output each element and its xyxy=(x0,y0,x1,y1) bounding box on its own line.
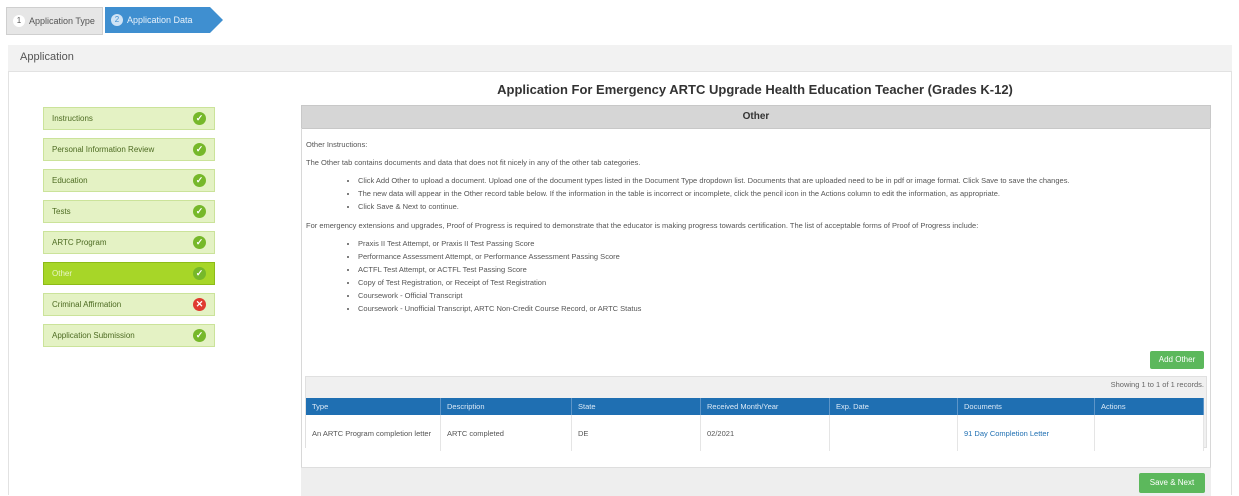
sidebar-item-application-submission[interactable]: Application Submission ✓ xyxy=(43,324,215,347)
check-icon: ✓ xyxy=(193,174,206,187)
cell-exp-date xyxy=(829,415,958,451)
other-records-table: Type Description State Received Month/Ye… xyxy=(306,398,1204,451)
progress-item: ACTFL Test Attempt, or ACTFL Test Passin… xyxy=(358,263,1206,276)
error-icon: ✕ xyxy=(193,298,206,311)
instruction-item: Click Save & Next to continue. xyxy=(358,200,1206,213)
step-number: 2 xyxy=(111,14,123,26)
cell-type: An ARTC Program completion letter xyxy=(306,415,441,451)
sidebar-item-label: Instructions xyxy=(52,114,93,123)
check-icon: ✓ xyxy=(193,267,206,280)
cell-actions xyxy=(1094,415,1204,451)
column-header-exp-date[interactable]: Exp. Date xyxy=(829,398,958,415)
step-label: Application Type xyxy=(29,16,95,26)
instructions-list: Click Add Other to upload a document. Up… xyxy=(306,174,1206,213)
instructions-intro: The Other tab contains documents and dat… xyxy=(306,158,641,167)
document-link[interactable]: 91 Day Completion Letter xyxy=(964,429,1049,438)
records-info: Showing 1 to 1 of 1 records. xyxy=(1110,380,1204,389)
table-header-row: Type Description State Received Month/Ye… xyxy=(306,398,1204,415)
sidebar-item-label: Criminal Affirmation xyxy=(52,300,122,309)
instruction-item: The new data will appear in the Other re… xyxy=(358,187,1206,200)
progress-item: Copy of Test Registration, or Receipt of… xyxy=(358,276,1206,289)
check-icon: ✓ xyxy=(193,143,206,156)
page-title: Application For Emergency ARTC Upgrade H… xyxy=(497,82,1013,97)
cell-description: ARTC completed xyxy=(440,415,572,451)
wizard-step-application-type[interactable]: 1 Application Type xyxy=(6,7,103,35)
panel-footer xyxy=(301,467,1211,496)
instruction-item: Click Add Other to upload a document. Up… xyxy=(358,174,1206,187)
proof-of-progress-list: Praxis II Test Attempt, or Praxis II Tes… xyxy=(306,237,1206,315)
wizard-steps: 1 Application Type 2 Application Data xyxy=(0,0,1239,38)
sidebar-item-instructions[interactable]: Instructions ✓ xyxy=(43,107,215,130)
frame-border-left xyxy=(8,71,9,495)
cell-state: DE xyxy=(571,415,701,451)
sidebar-item-label: Education xyxy=(52,176,88,185)
sidebar-item-label: Other xyxy=(52,269,73,278)
wizard-step-application-data[interactable]: 2 Application Data xyxy=(105,7,223,33)
step-label: Application Data xyxy=(127,15,193,25)
sidebar-item-criminal-affirmation[interactable]: Criminal Affirmation ✕ xyxy=(43,293,215,316)
progress-item: Performance Assessment Attempt, or Perfo… xyxy=(358,250,1206,263)
instructions-content: Other Instructions: The Other tab contai… xyxy=(306,138,1206,321)
add-other-button[interactable]: Add Other xyxy=(1150,351,1204,369)
panel-header: Other xyxy=(301,105,1211,129)
step-number: 1 xyxy=(13,15,25,27)
sidebar-item-personal-information-review[interactable]: Personal Information Review ✓ xyxy=(43,138,215,161)
progress-item: Coursework - Official Transcript xyxy=(358,289,1206,302)
column-header-documents[interactable]: Documents xyxy=(957,398,1095,415)
cell-received: 02/2021 xyxy=(700,415,830,451)
sidebar-nav: Instructions ✓ Personal Information Revi… xyxy=(43,107,215,355)
column-header-description[interactable]: Description xyxy=(440,398,572,415)
column-header-received[interactable]: Received Month/Year xyxy=(700,398,830,415)
sidebar-item-label: ARTC Program xyxy=(52,238,107,247)
progress-item: Coursework - Unofficial Transcript, ARTC… xyxy=(358,302,1206,315)
table-row: An ARTC Program completion letter ARTC c… xyxy=(306,415,1204,451)
check-icon: ✓ xyxy=(193,112,206,125)
sidebar-item-other[interactable]: Other ✓ xyxy=(43,262,215,285)
sidebar-item-label: Personal Information Review xyxy=(52,145,155,154)
sidebar-item-education[interactable]: Education ✓ xyxy=(43,169,215,192)
check-icon: ✓ xyxy=(193,236,206,249)
sidebar-item-tests[interactable]: Tests ✓ xyxy=(43,200,215,223)
column-header-state[interactable]: State xyxy=(571,398,701,415)
sidebar-item-label: Application Submission xyxy=(52,331,135,340)
proof-of-progress-text: For emergency extensions and upgrades, P… xyxy=(306,221,979,230)
application-bar-title: Application xyxy=(20,51,74,63)
save-next-button[interactable]: Save & Next xyxy=(1139,473,1205,493)
cell-documents: 91 Day Completion Letter xyxy=(957,415,1095,451)
check-icon: ✓ xyxy=(193,329,206,342)
column-header-actions: Actions xyxy=(1094,398,1204,415)
sidebar-item-artc-program[interactable]: ARTC Program ✓ xyxy=(43,231,215,254)
frame-border-right xyxy=(1231,71,1232,495)
application-bar: Application xyxy=(8,45,1232,72)
progress-item: Praxis II Test Attempt, or Praxis II Tes… xyxy=(358,237,1206,250)
instructions-title: Other Instructions: xyxy=(306,140,368,149)
check-icon: ✓ xyxy=(193,205,206,218)
column-header-type[interactable]: Type xyxy=(306,398,441,415)
sidebar-item-label: Tests xyxy=(52,207,71,216)
